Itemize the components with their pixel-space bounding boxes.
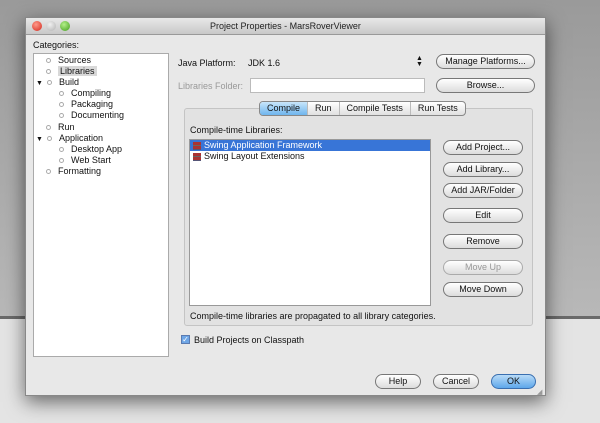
- tree-item-packaging[interactable]: Packaging: [59, 99, 113, 110]
- java-platform-label: Java Platform:: [178, 58, 236, 68]
- manage-platforms-button[interactable]: Manage Platforms...: [436, 54, 535, 69]
- minimize-icon[interactable]: [46, 21, 56, 31]
- node-icon: [46, 125, 51, 131]
- list-item[interactable]: Swing Application Framework: [190, 140, 430, 151]
- node-icon: [46, 69, 51, 75]
- tree-item-formatting[interactable]: Formatting: [46, 166, 101, 177]
- java-platform-select[interactable]: JDK 1.6 ▲ ▼: [248, 55, 428, 68]
- tree-item-build[interactable]: ▼ Build: [36, 77, 79, 88]
- close-icon[interactable]: [32, 21, 42, 31]
- node-icon: [46, 169, 51, 175]
- title-bar[interactable]: Project Properties - MarsRoverViewer: [26, 18, 545, 35]
- tree-item-sources[interactable]: Sources: [46, 55, 91, 66]
- node-icon: [46, 136, 52, 142]
- expanded-triangle-icon[interactable]: ▼: [36, 136, 43, 143]
- tree-item-documenting[interactable]: Documenting: [59, 110, 124, 121]
- edit-button[interactable]: Edit: [443, 208, 523, 223]
- cancel-button[interactable]: Cancel: [433, 374, 479, 389]
- library-icon: [193, 141, 201, 150]
- move-down-button[interactable]: Move Down: [443, 282, 523, 297]
- libraries-folder-input[interactable]: [250, 78, 425, 93]
- build-classpath-label: Build Projects on Classpath: [194, 335, 305, 345]
- compile-libraries-label: Compile-time Libraries:: [190, 125, 283, 135]
- build-classpath-checkbox[interactable]: ✓: [181, 335, 190, 344]
- compile-libraries-list[interactable]: Swing Application Framework Swing Layout…: [189, 139, 431, 306]
- node-icon: [59, 102, 64, 108]
- checkmark-icon: ✓: [182, 335, 189, 344]
- node-icon: [59, 158, 64, 164]
- node-icon: [46, 58, 51, 64]
- add-project-button[interactable]: Add Project...: [443, 140, 523, 155]
- tab-compile[interactable]: Compile: [260, 102, 309, 115]
- expanded-triangle-icon[interactable]: ▼: [36, 80, 43, 87]
- library-icon: [193, 152, 201, 161]
- tree-item-compiling[interactable]: Compiling: [59, 88, 111, 99]
- tab-run[interactable]: Run: [308, 102, 340, 115]
- tree-item-application[interactable]: ▼ Application: [36, 133, 103, 144]
- remove-button[interactable]: Remove: [443, 234, 523, 249]
- add-jar-folder-button[interactable]: Add JAR/Folder: [443, 183, 523, 198]
- zoom-icon[interactable]: [60, 21, 70, 31]
- add-library-button[interactable]: Add Library...: [443, 162, 523, 177]
- tab-bar: Compile Run Compile Tests Run Tests: [259, 101, 466, 116]
- tree-item-desktop-app[interactable]: Desktop App: [59, 144, 122, 155]
- tree-item-web-start[interactable]: Web Start: [59, 155, 111, 166]
- tree-item-run[interactable]: Run: [46, 122, 75, 133]
- categories-label: Categories:: [33, 40, 80, 50]
- libraries-note: Compile-time libraries are propagated to…: [190, 311, 436, 321]
- tab-run-tests[interactable]: Run Tests: [411, 102, 465, 115]
- libraries-folder-label: Libraries Folder:: [178, 81, 244, 91]
- node-icon: [59, 147, 64, 153]
- node-icon: [46, 80, 52, 86]
- list-item[interactable]: Swing Layout Extensions: [190, 151, 430, 162]
- categories-tree[interactable]: Sources Libraries ▼ Build Compiling Packa…: [33, 53, 169, 357]
- tab-compile-tests[interactable]: Compile Tests: [340, 102, 411, 115]
- tree-item-libraries[interactable]: Libraries: [46, 66, 97, 77]
- node-icon: [59, 91, 64, 97]
- window-title: Project Properties - MarsRoverViewer: [210, 21, 361, 31]
- project-properties-dialog: Project Properties - MarsRoverViewer Cat…: [25, 17, 546, 396]
- resize-grip-icon[interactable]: ◢: [537, 388, 542, 396]
- ok-button[interactable]: OK: [491, 374, 536, 389]
- node-icon: [59, 113, 64, 119]
- help-button[interactable]: Help: [375, 374, 421, 389]
- updown-arrows-icon: ▲ ▼: [416, 55, 423, 68]
- move-up-button[interactable]: Move Up: [443, 260, 523, 275]
- browse-button[interactable]: Browse...: [436, 78, 535, 93]
